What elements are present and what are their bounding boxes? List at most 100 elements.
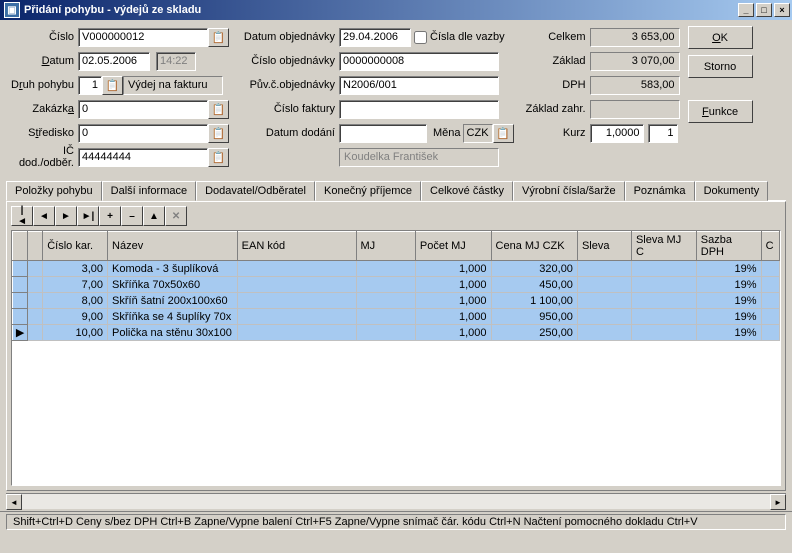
nav-prev[interactable]: ◄ [33, 206, 55, 226]
col-mj[interactable]: MJ [356, 232, 415, 261]
cell-sleva[interactable] [577, 325, 631, 341]
nav-next[interactable]: ► [55, 206, 77, 226]
cell-ean[interactable] [237, 277, 356, 293]
scroll-right-icon[interactable]: ► [770, 494, 786, 510]
cell-pocet[interactable]: 1,000 [415, 293, 491, 309]
cell-c[interactable] [761, 309, 779, 325]
cell-sazba[interactable]: 19% [696, 309, 761, 325]
cell-sleva[interactable] [577, 277, 631, 293]
cell-slevamj[interactable] [631, 309, 696, 325]
cell-pocet[interactable]: 1,000 [415, 309, 491, 325]
cell-cena[interactable]: 950,00 [491, 309, 577, 325]
cell-cislo[interactable]: 9,00 [43, 309, 108, 325]
cell-mj[interactable] [356, 325, 415, 341]
nav-edit[interactable]: ▲ [143, 206, 165, 226]
puvc-input[interactable] [339, 76, 499, 95]
minimize-button[interactable]: _ [738, 3, 754, 17]
cell-ean[interactable] [237, 309, 356, 325]
cislo-input[interactable] [78, 28, 208, 47]
cell-c[interactable] [761, 277, 779, 293]
ic-input[interactable] [78, 148, 208, 167]
cell-cislo[interactable]: 7,00 [43, 277, 108, 293]
nav-last[interactable]: ►| [77, 206, 99, 226]
cell-c[interactable] [761, 261, 779, 277]
ok-button[interactable]: OK [688, 26, 753, 49]
cislo-fak-input[interactable] [339, 100, 499, 119]
cell-ean[interactable] [237, 325, 356, 341]
cell-ean[interactable] [237, 293, 356, 309]
cell-cena[interactable]: 320,00 [491, 261, 577, 277]
stredisko-input[interactable] [78, 124, 208, 143]
cell-c[interactable] [761, 293, 779, 309]
tab-dokumenty[interactable]: Dokumenty [695, 181, 769, 201]
cell-pocet[interactable]: 1,000 [415, 277, 491, 293]
funkce-button[interactable]: Funkce [688, 100, 753, 123]
col-cena[interactable]: Cena MJ CZK [491, 232, 577, 261]
table-row[interactable]: ▶10,00Polička na stěnu 30x1001,000250,00… [13, 325, 780, 341]
druh-num-input[interactable] [78, 76, 102, 95]
cell-mj[interactable] [356, 293, 415, 309]
cell-nazev[interactable]: Komoda - 3 šuplíková [108, 261, 238, 277]
mena-lookup-icon[interactable]: 📋 [493, 124, 514, 143]
items-grid[interactable]: Číslo kar. Název EAN kód MJ Počet MJ Cen… [11, 230, 781, 486]
cell-slevamj[interactable] [631, 277, 696, 293]
close-button[interactable]: × [774, 3, 790, 17]
table-row[interactable]: 9,00Skříňka se 4 šuplíky 70x 1,000950,00 1… [13, 309, 780, 325]
col-sazba[interactable]: Sazba DPH [696, 232, 761, 261]
cislo-obj-input[interactable] [339, 52, 499, 71]
cell-nazev[interactable]: Skříňka 70x50x60 [108, 277, 238, 293]
maximize-button[interactable]: □ [756, 3, 772, 17]
cell-cislo[interactable]: 10,00 [43, 325, 108, 341]
tab-dodavatel[interactable]: Dodavatel/Odběratel [196, 181, 315, 201]
storno-button[interactable]: Storno [688, 55, 753, 78]
cell-c[interactable] [761, 325, 779, 341]
cell-mj[interactable] [356, 309, 415, 325]
stredisko-lookup-icon[interactable]: 📋 [208, 124, 229, 143]
col-c[interactable]: C [761, 232, 779, 261]
tab-poznamka[interactable]: Poznámka [625, 181, 695, 201]
col-slevamj[interactable]: Sleva MJ C [631, 232, 696, 261]
datum-dodani-input[interactable] [339, 124, 427, 143]
col-pocet[interactable]: Počet MJ [415, 232, 491, 261]
cell-sazba[interactable]: 19% [696, 325, 761, 341]
cell-pocet[interactable]: 1,000 [415, 325, 491, 341]
cell-mj[interactable] [356, 261, 415, 277]
kurz-input[interactable] [590, 124, 644, 143]
cell-sazba[interactable]: 19% [696, 293, 761, 309]
col-nazev[interactable]: Název [108, 232, 238, 261]
ic-lookup-icon[interactable]: 📋 [208, 148, 229, 167]
nav-cancel[interactable]: ✕ [165, 206, 187, 226]
cislo-lookup-icon[interactable]: 📋 [208, 28, 229, 47]
cell-pocet[interactable]: 1,000 [415, 261, 491, 277]
cell-sleva[interactable] [577, 309, 631, 325]
cell-cena[interactable]: 450,00 [491, 277, 577, 293]
kurz-qty-input[interactable] [648, 124, 678, 143]
druh-lookup-icon[interactable]: 📋 [102, 76, 123, 95]
col-sleva[interactable]: Sleva [577, 232, 631, 261]
cell-ean[interactable] [237, 261, 356, 277]
tab-vyrobni[interactable]: Výrobní čísla/šarže [513, 181, 625, 201]
tab-celkove[interactable]: Celkové částky [421, 181, 513, 201]
scroll-left-icon[interactable]: ◄ [6, 494, 22, 510]
cell-sazba[interactable]: 19% [696, 277, 761, 293]
cell-nazev[interactable]: Polička na stěnu 30x100 [108, 325, 238, 341]
cell-sleva[interactable] [577, 293, 631, 309]
zakazka-input[interactable] [78, 100, 208, 119]
table-row[interactable]: 7,00Skříňka 70x50x60 1,000450,00 19% [13, 277, 780, 293]
cell-slevamj[interactable] [631, 325, 696, 341]
cisla-dle-vazby-checkbox[interactable] [414, 31, 427, 44]
cell-nazev[interactable]: Skříňka se 4 šuplíky 70x [108, 309, 238, 325]
tab-polozky[interactable]: Položky pohybu [6, 181, 102, 201]
cell-cislo[interactable]: 8,00 [43, 293, 108, 309]
tab-konecny[interactable]: Konečný příjemce [315, 181, 421, 201]
table-row[interactable]: 8,00Skříň šatní 200x100x601,0001 100,001… [13, 293, 780, 309]
cell-cena[interactable]: 1 100,00 [491, 293, 577, 309]
horizontal-scrollbar[interactable]: ◄ ► [6, 493, 786, 509]
col-ean[interactable]: EAN kód [237, 232, 356, 261]
datum-input[interactable] [78, 52, 150, 71]
nav-remove[interactable]: – [121, 206, 143, 226]
cell-mj[interactable] [356, 277, 415, 293]
cell-cena[interactable]: 250,00 [491, 325, 577, 341]
table-row[interactable]: 3,00Komoda - 3 šuplíková1,000320,0019% [13, 261, 780, 277]
cell-cislo[interactable]: 3,00 [43, 261, 108, 277]
